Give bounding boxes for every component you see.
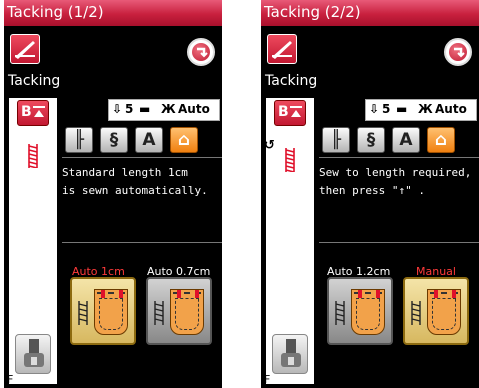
pattern-sidebar: B — [9, 98, 57, 384]
width-icon: Ж — [161, 102, 176, 116]
pattern-sidebar: B ↺ — [264, 98, 314, 384]
mode-button-garment[interactable]: ⌂ — [170, 127, 198, 153]
panel-1: Tacking (1/2) Tacking B F ⇩ 5 ▬ Ж Auto ╟… — [4, 0, 222, 388]
screen-title: Tacking (1/2) — [7, 3, 104, 21]
reverse-arrow-icon: ↺ — [264, 138, 275, 153]
stitch-icon — [411, 301, 421, 325]
mode-button-text[interactable]: A — [135, 127, 163, 153]
presser-foot-icon[interactable] — [15, 334, 51, 374]
option-auto-1cm-button[interactable] — [70, 277, 136, 345]
stitch-settings: ⇩ 5 ▬ Ж Auto — [365, 99, 477, 121]
mode-button-pattern[interactable]: § — [357, 127, 385, 153]
pocket-icon — [427, 289, 461, 335]
bartack-pattern-icon[interactable]: B — [274, 100, 306, 126]
divider — [62, 242, 222, 243]
divider — [319, 242, 479, 243]
length-icon: ⇩ — [112, 102, 123, 116]
stitch-icon — [78, 301, 88, 325]
stitch-width-value: Auto — [435, 102, 467, 116]
stitch-length-value: 5 — [382, 102, 391, 116]
stitch-preview-icon — [28, 144, 38, 168]
title-bar: Tacking (2/2) — [261, 0, 479, 26]
pattern-icon: § — [366, 130, 376, 150]
stitch-icon — [154, 301, 164, 325]
mode-button-pattern[interactable]: § — [100, 127, 128, 153]
divider — [319, 157, 479, 158]
edit-tool-button[interactable] — [267, 34, 297, 64]
pattern-heading: Tacking — [8, 73, 61, 89]
option-manual-button[interactable] — [403, 277, 469, 345]
stitch-length-value: 5 — [125, 102, 134, 116]
panel-2: Tacking (2/2) Tacking B ↺ F ⇩ 5 ▬ Ж Auto… — [261, 0, 479, 388]
mode-button-needle[interactable]: ╟ — [65, 127, 93, 153]
mode-button-garment[interactable]: ⌂ — [427, 127, 455, 153]
instruction-text: Standard length 1cm is sewn automaticall… — [62, 166, 208, 197]
pattern-heading: Tacking — [265, 73, 318, 89]
mode-button-needle[interactable]: ╟ — [322, 127, 350, 153]
length-icon: ⇩ — [369, 102, 380, 116]
width-icon: Ж — [418, 102, 433, 116]
presser-foot-icon[interactable] — [272, 334, 308, 374]
needle-position-icon: ╟ — [330, 130, 342, 150]
screen-title: Tacking (2/2) — [264, 3, 361, 21]
return-icon — [449, 43, 467, 61]
letter-a-icon: A — [399, 130, 413, 150]
pattern-icon: § — [109, 130, 119, 150]
mode-button-text[interactable]: A — [392, 127, 420, 153]
title-bar: Tacking (1/2) — [4, 0, 222, 26]
back-button[interactable] — [444, 38, 472, 66]
pocket-icon — [170, 289, 204, 335]
shirt-icon: ⌂ — [177, 130, 191, 150]
bartack-pattern-icon[interactable]: B — [17, 100, 49, 126]
pocket-icon — [351, 289, 385, 335]
edit-tool-button[interactable] — [10, 34, 40, 64]
stitch-settings: ⇩ 5 ▬ Ж Auto — [108, 99, 220, 121]
stitch-icon — [335, 301, 345, 325]
needle-position-icon: ╟ — [73, 130, 85, 150]
option-auto-0-7cm-button[interactable] — [146, 277, 212, 345]
feed-icon: ▬ — [139, 102, 151, 116]
pocket-icon — [94, 289, 128, 335]
stitch-width-value: Auto — [178, 102, 210, 116]
option-auto-1-2cm-button[interactable] — [327, 277, 393, 345]
stitch-preview-icon — [285, 148, 295, 172]
back-button[interactable] — [187, 38, 215, 66]
return-icon — [192, 43, 210, 61]
pencil-icon — [15, 41, 35, 59]
letter-a-icon: A — [142, 130, 156, 150]
divider — [62, 157, 222, 158]
presser-foot-label: F — [7, 373, 14, 386]
instruction-text: Sew to length required, then press "↑" . — [319, 166, 472, 197]
feed-icon: ▬ — [396, 102, 408, 116]
presser-foot-label: F — [264, 373, 271, 386]
pencil-icon — [272, 41, 292, 59]
shirt-icon: ⌂ — [434, 130, 448, 150]
